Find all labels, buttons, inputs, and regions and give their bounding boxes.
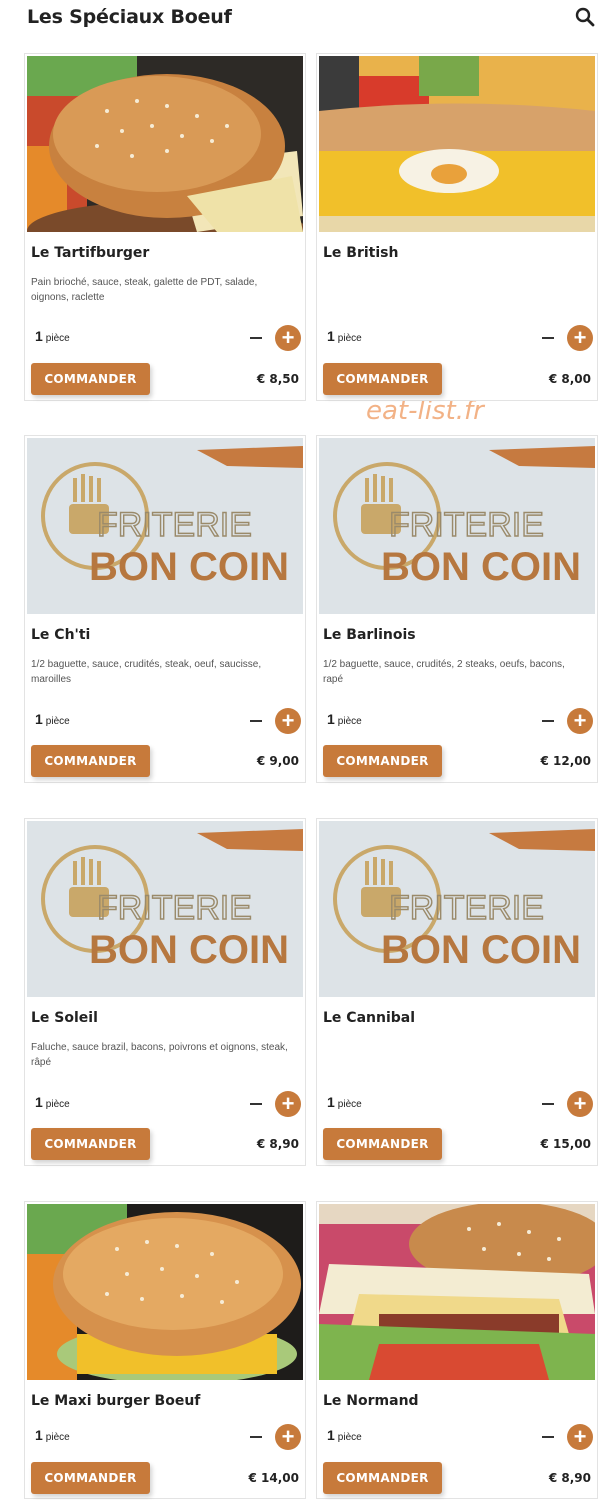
page-title: Les Spéciaux Boeuf	[27, 6, 232, 28]
product-image-logo[interactable]: FRITERIE BON COIN	[319, 821, 595, 997]
product-price: € 8,00	[548, 372, 591, 386]
increase-quantity-button[interactable]: +	[275, 325, 301, 351]
order-button[interactable]: COMMANDER	[31, 1462, 150, 1494]
quantity-value: 1	[35, 711, 43, 727]
decrease-quantity-button[interactable]	[541, 1097, 555, 1111]
logo-text-bon-coin: BON COIN	[89, 928, 289, 972]
quantity-unit: pièce	[337, 1432, 362, 1443]
product-price: € 15,00	[540, 1137, 591, 1151]
decrease-quantity-button[interactable]	[541, 714, 555, 728]
product-card: Le British 1 pièce + COMMANDER € 8,00	[316, 53, 598, 401]
quantity-value: 1	[327, 328, 335, 344]
product-card: FRITERIE BON COIN Le Barlinois 1/2 bague…	[316, 435, 598, 783]
product-description: 1/2 baguette, sauce, crudités, 2 steaks,…	[323, 659, 565, 685]
increase-quantity-button[interactable]: +	[567, 1091, 593, 1117]
quantity-label: 1 pièce	[35, 328, 70, 344]
product-card: Le Maxi burger Boeuf 1 pièce + COMMANDER …	[24, 1201, 306, 1499]
quantity-value: 1	[35, 1094, 43, 1110]
product-image-sandwich[interactable]	[319, 56, 595, 232]
product-card: FRITERIE BON COIN Le Ch'ti 1/2 baguette,…	[24, 435, 306, 783]
product-name: Le British	[323, 245, 399, 261]
product-name: Le Normand	[323, 1393, 419, 1409]
quantity-label: 1 pièce	[327, 1427, 362, 1443]
product-description: Faluche, sauce brazil, bacons, poivrons …	[31, 1042, 288, 1068]
product-card: Le Normand 1 pièce + COMMANDER € 8,90	[316, 1201, 598, 1499]
order-button[interactable]: COMMANDER	[31, 1128, 150, 1160]
quantity-unit: pièce	[337, 716, 362, 727]
product-name: Le Ch'ti	[31, 627, 91, 643]
product-image-burger[interactable]	[319, 1204, 595, 1380]
product-price: € 8,90	[256, 1137, 299, 1151]
product-name: Le Tartifburger	[31, 245, 150, 261]
product-price: € 12,00	[540, 754, 591, 768]
page-header: Les Spéciaux Boeuf	[0, 0, 610, 40]
quantity-unit: pièce	[337, 1099, 362, 1110]
decrease-quantity-button[interactable]	[249, 1430, 263, 1444]
quantity-label: 1 pièce	[35, 711, 70, 727]
product-price: € 8,90	[548, 1471, 591, 1485]
decrease-quantity-button[interactable]	[541, 331, 555, 345]
product-card: Le Tartifburger Pain brioché, sauce, ste…	[24, 53, 306, 401]
increase-quantity-button[interactable]: +	[275, 708, 301, 734]
logo-text-bon-coin: BON COIN	[89, 545, 289, 589]
quantity-label: 1 pièce	[327, 328, 362, 344]
product-image-logo[interactable]: FRITERIE BON COIN	[27, 821, 303, 997]
logo-text-friterie: FRITERIE	[97, 889, 252, 927]
quantity-value: 1	[327, 1094, 335, 1110]
logo-text-friterie: FRITERIE	[389, 889, 544, 927]
quantity-unit: pièce	[45, 1099, 70, 1110]
logo-text-bon-coin: BON COIN	[381, 928, 581, 972]
product-price: € 9,00	[256, 754, 299, 768]
logo-text-friterie: FRITERIE	[389, 506, 544, 544]
increase-quantity-button[interactable]: +	[567, 325, 593, 351]
product-name: Le Soleil	[31, 1010, 98, 1026]
quantity-unit: pièce	[45, 716, 70, 727]
product-card: FRITERIE BON COIN Le Cannibal 1 pièce + C…	[316, 818, 598, 1166]
product-description: Pain brioché, sauce, steak, galette de P…	[31, 277, 258, 303]
quantity-unit: pièce	[337, 333, 362, 344]
product-name: Le Maxi burger Boeuf	[31, 1393, 201, 1409]
order-button[interactable]: COMMANDER	[323, 363, 442, 395]
quantity-unit: pièce	[45, 333, 70, 344]
product-price: € 14,00	[248, 1471, 299, 1485]
product-image-logo[interactable]: FRITERIE BON COIN	[27, 438, 303, 614]
decrease-quantity-button[interactable]	[541, 1430, 555, 1444]
quantity-value: 1	[327, 1427, 335, 1443]
search-icon[interactable]	[574, 6, 596, 28]
quantity-label: 1 pièce	[327, 1094, 362, 1110]
product-image-burger[interactable]	[27, 56, 303, 232]
product-card: FRITERIE BON COIN Le Soleil Faluche, sau…	[24, 818, 306, 1166]
order-button[interactable]: COMMANDER	[31, 363, 150, 395]
product-name: Le Barlinois	[323, 627, 416, 643]
order-button[interactable]: COMMANDER	[323, 1462, 442, 1494]
quantity-label: 1 pièce	[327, 711, 362, 727]
quantity-label: 1 pièce	[35, 1094, 70, 1110]
decrease-quantity-button[interactable]	[249, 1097, 263, 1111]
product-name: Le Cannibal	[323, 1010, 416, 1026]
order-button[interactable]: COMMANDER	[31, 745, 150, 777]
product-image-logo[interactable]: FRITERIE BON COIN	[319, 438, 595, 614]
quantity-value: 1	[327, 711, 335, 727]
product-price: € 8,50	[256, 372, 299, 386]
quantity-value: 1	[35, 1427, 43, 1443]
increase-quantity-button[interactable]: +	[567, 708, 593, 734]
product-description: 1/2 baguette, sauce, crudités, steak, oe…	[31, 659, 262, 685]
quantity-label: 1 pièce	[35, 1427, 70, 1443]
order-button[interactable]: COMMANDER	[323, 745, 442, 777]
decrease-quantity-button[interactable]	[249, 714, 263, 728]
increase-quantity-button[interactable]: +	[275, 1424, 301, 1450]
increase-quantity-button[interactable]: +	[275, 1091, 301, 1117]
quantity-value: 1	[35, 328, 43, 344]
order-button[interactable]: COMMANDER	[323, 1128, 442, 1160]
increase-quantity-button[interactable]: +	[567, 1424, 593, 1450]
quantity-unit: pièce	[45, 1432, 70, 1443]
logo-text-friterie: FRITERIE	[97, 506, 252, 544]
logo-text-bon-coin: BON COIN	[381, 545, 581, 589]
product-image-burger[interactable]	[27, 1204, 303, 1380]
decrease-quantity-button[interactable]	[249, 331, 263, 345]
